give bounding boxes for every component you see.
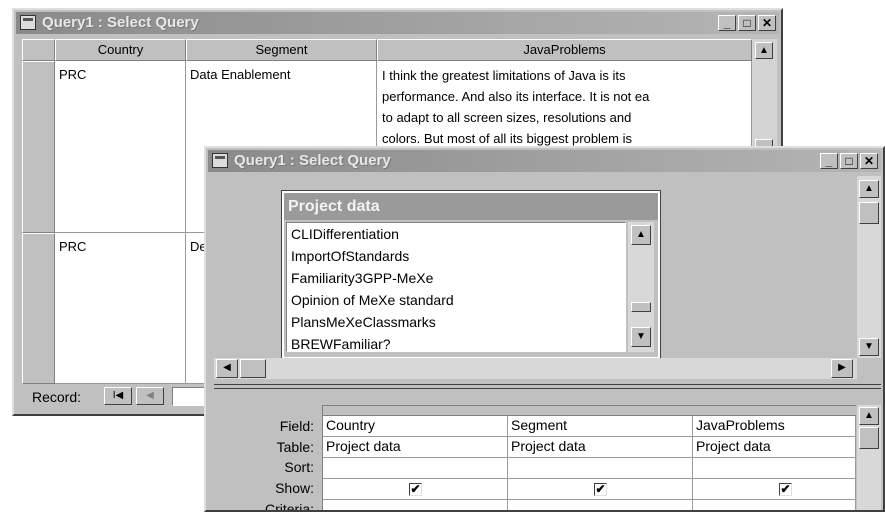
front-window-titlebar[interactable]: Query1 : Select Query _ □ ✕ [208, 150, 881, 172]
list-item[interactable]: Opinion of MeXe standard [291, 289, 625, 311]
row-label-criteria: Criteria: [264, 501, 314, 510]
maximize-button[interactable]: □ [840, 153, 858, 169]
grid-row-labels: Field: Table: Sort: Show: Criteria: [214, 414, 314, 510]
back-window-title: Query1 : Select Query [42, 14, 199, 31]
record-selector-1[interactable] [22, 61, 55, 233]
design-grid: Country Project data ✔ Segment Project d… [322, 405, 856, 510]
java-text-line: to adapt to all screen sizes, resolution… [382, 110, 632, 125]
grid-sort-cell[interactable] [323, 458, 508, 479]
scroll-down-arrow[interactable]: ▼ [631, 327, 651, 347]
grid-field-cell[interactable]: Country [323, 416, 508, 437]
column-header-country[interactable]: Country [55, 39, 186, 61]
grid-table-cell[interactable]: Project data [693, 437, 856, 458]
scroll-thumb[interactable] [859, 202, 879, 224]
back-window-titlebar[interactable]: Query1 : Select Query _ □ ✕ [16, 12, 779, 34]
query-window-icon [20, 15, 36, 30]
table-value: Project data [326, 438, 401, 454]
previous-record-button[interactable]: ◀ [136, 387, 164, 405]
row-label-field: Field: [279, 418, 314, 434]
grid-sort-cell[interactable] [693, 458, 856, 479]
field-list-body: CLIDifferentiation ImportOfStandards Fam… [286, 222, 626, 352]
column-selector-bar[interactable] [323, 406, 856, 416]
grid-show-cell: ✔ [323, 479, 508, 500]
list-item[interactable]: Familiarity3GPP-MeXe [291, 267, 625, 289]
scroll-thumb[interactable] [240, 359, 266, 378]
grid-table-cell[interactable]: Project data [508, 437, 693, 458]
cell-country: PRC [59, 239, 87, 254]
grid-field-cell[interactable]: JavaProblems [693, 416, 856, 437]
grid-criteria-cell[interactable] [693, 500, 856, 510]
scroll-up-arrow[interactable]: ▲ [859, 180, 879, 198]
minimize-button[interactable]: _ [718, 15, 736, 31]
row-label-table: Table: [276, 439, 314, 455]
minimize-button[interactable]: _ [820, 153, 838, 169]
record-selector-2[interactable] [22, 233, 55, 384]
scroll-down-arrow[interactable]: ▼ [859, 338, 879, 356]
list-item[interactable]: BREWFamiliar? [291, 333, 625, 351]
field-value: JavaProblems [696, 417, 785, 433]
grid-show-cell: ✔ [508, 479, 693, 500]
scroll-thumb[interactable] [631, 302, 651, 312]
cell-country: PRC [59, 67, 87, 82]
select-all-corner[interactable] [22, 39, 55, 61]
table-row[interactable]: PRC [55, 61, 186, 233]
first-record-button[interactable]: I◀ [104, 387, 132, 405]
cell-segment: Data Enablement [190, 67, 291, 82]
show-checkbox[interactable]: ✔ [594, 483, 607, 496]
table-field-list-title[interactable]: Project data [284, 193, 658, 220]
scroll-up-arrow[interactable]: ▲ [631, 225, 651, 245]
front-query-window[interactable]: Query1 : Select Query _ □ ✕ Project data… [204, 146, 885, 512]
close-button[interactable]: ✕ [860, 153, 878, 169]
list-item[interactable]: PlansMeXeClassmarks [291, 311, 625, 333]
java-text-line: I think the greatest limitations of Java… [382, 68, 626, 83]
show-checkbox[interactable]: ✔ [779, 483, 792, 496]
java-text-line: performance. And also its interface. It … [382, 89, 650, 104]
field-list-scrollbar[interactable]: ▲ ▼ [628, 222, 654, 352]
table-pane-hscroll[interactable]: ◀ ▶ [214, 358, 857, 379]
grid-criteria-cell[interactable] [508, 500, 693, 510]
table-value: Project data [511, 438, 586, 454]
scroll-up-arrow[interactable]: ▲ [859, 407, 879, 425]
grid-sort-cell[interactable] [508, 458, 693, 479]
design-grid-vscroll[interactable]: ▲ [857, 405, 881, 510]
list-item[interactable]: ImportOfStandards [291, 245, 625, 267]
grid-show-cell: ✔ [693, 479, 856, 500]
grid-criteria-cell[interactable] [323, 500, 508, 510]
column-header-segment[interactable]: Segment [186, 39, 377, 61]
field-value: Segment [511, 417, 568, 433]
grid-table-cell[interactable]: Project data [323, 437, 508, 458]
design-grid-pane: Field: Table: Sort: Show: Criteria: Coun… [214, 393, 881, 510]
field-value: Country [326, 417, 376, 433]
maximize-button[interactable]: □ [738, 15, 756, 31]
scroll-thumb[interactable] [859, 427, 879, 449]
close-button[interactable]: ✕ [758, 15, 776, 31]
row-label-show: Show: [275, 480, 314, 496]
list-item[interactable]: CLIDifferentiation [291, 223, 625, 245]
scroll-left-arrow[interactable]: ◀ [216, 359, 238, 378]
scroll-up-arrow[interactable]: ▲ [755, 42, 773, 59]
table-row[interactable]: PRC [55, 233, 186, 384]
column-header-javaproblems[interactable]: JavaProblems [377, 39, 752, 61]
table-pane: Project data CLIDifferentiation ImportOf… [214, 176, 881, 379]
table-field-list[interactable]: Project data CLIDifferentiation ImportOf… [281, 190, 661, 360]
table-pane-vscroll[interactable]: ▲ ▼ [857, 176, 881, 358]
pane-splitter[interactable] [214, 384, 881, 389]
row-label-sort: Sort: [284, 459, 314, 475]
show-checkbox[interactable]: ✔ [409, 483, 422, 496]
query-window-icon [212, 153, 228, 168]
grid-field-cell[interactable]: Segment [508, 416, 693, 437]
front-window-title: Query1 : Select Query [234, 152, 391, 169]
scroll-right-arrow[interactable]: ▶ [831, 359, 853, 378]
table-value: Project data [696, 438, 771, 454]
record-label: Record: [32, 389, 82, 405]
